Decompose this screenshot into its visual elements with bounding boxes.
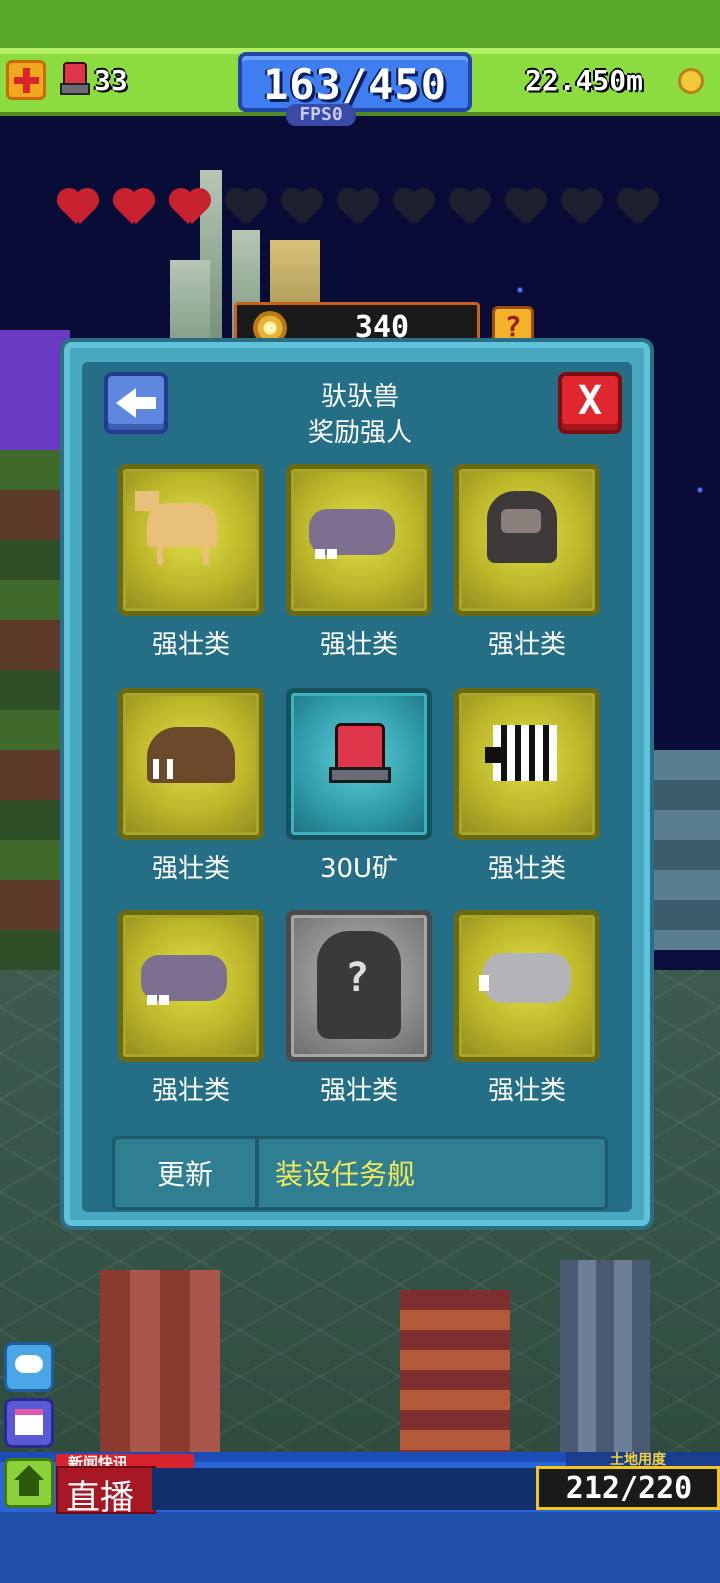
update-button[interactable]: 更新 — [115, 1153, 255, 1193]
reward-card[interactable] — [286, 688, 432, 840]
beacon-icon — [60, 62, 90, 95]
reward-card[interactable] — [454, 688, 600, 840]
live-label: 直播 — [66, 1478, 134, 1518]
gorilla-icon — [459, 469, 595, 611]
reward-card[interactable] — [118, 910, 264, 1062]
home-button[interactable] — [4, 1458, 54, 1508]
dialog-title: 驮驮兽 — [320, 382, 399, 412]
heart-icon — [112, 190, 156, 228]
fps-badge: FPS0 — [286, 104, 356, 126]
reward-label: 强壮类 — [487, 854, 566, 884]
heart-icon — [56, 190, 100, 228]
calendar-button[interactable] — [4, 1398, 54, 1448]
building-block — [100, 1270, 220, 1470]
money-amount: 22.450m — [525, 64, 644, 97]
back-arrow-icon — [116, 388, 136, 418]
row-divider — [255, 1139, 259, 1207]
building-block — [560, 1260, 650, 1470]
mystery-icon: ? — [291, 915, 427, 1057]
elephant-icon — [459, 915, 595, 1057]
heart-meter — [56, 190, 666, 232]
heart-icon — [336, 190, 380, 228]
heart-icon — [224, 190, 268, 228]
reward-label: 强壮类 — [319, 1076, 398, 1106]
add-button[interactable] — [6, 60, 46, 100]
building-block — [652, 750, 720, 950]
live-box[interactable]: 直播 — [56, 1466, 156, 1518]
news-ticker[interactable] — [152, 1468, 536, 1510]
calendar-icon — [15, 1409, 43, 1435]
land-usage-value: 212/220 — [565, 1471, 693, 1506]
hippo-icon — [291, 469, 427, 611]
reward-label: 强壮类 — [487, 1076, 566, 1106]
grass-block — [0, 450, 60, 1050]
heart-icon — [560, 190, 604, 228]
building-block — [400, 1290, 510, 1470]
reward-label: 强壮类 — [151, 854, 230, 884]
beacon-icon — [291, 693, 427, 835]
reward-card[interactable] — [454, 464, 600, 616]
reward-label: 强壮类 — [319, 630, 398, 660]
heart-icon — [448, 190, 492, 228]
reward-label: 30U矿 — [319, 854, 399, 884]
heart-icon — [504, 190, 548, 228]
dialog-subtitle: 奖励强人 — [307, 418, 412, 448]
camel-icon — [123, 469, 259, 611]
back-arrow-shaft — [134, 397, 156, 409]
cloud-icon — [15, 1355, 43, 1373]
reward-card[interactable] — [286, 464, 432, 616]
heart-icon — [168, 190, 212, 228]
walrus-icon — [123, 693, 259, 835]
hippo-icon — [123, 915, 259, 1057]
heart-icon — [392, 190, 436, 228]
land-usage-counter[interactable]: 212/220 — [536, 1466, 720, 1510]
population-counter[interactable]: 163/450 — [238, 52, 472, 112]
weather-button[interactable] — [4, 1342, 54, 1392]
beacon-count: 33 — [94, 64, 128, 97]
reward-card[interactable]: ? — [286, 910, 432, 1062]
population-text: 163/450 — [262, 60, 447, 109]
update-row: 更新 装设任务舰 — [112, 1136, 608, 1210]
reward-label: 强壮类 — [151, 630, 230, 660]
reward-card[interactable] — [118, 464, 264, 616]
reward-label: 强壮类 — [487, 630, 566, 660]
reward-card[interactable] — [454, 910, 600, 1062]
heart-icon — [616, 190, 660, 228]
close-button[interactable]: X — [558, 372, 622, 434]
back-button[interactable] — [104, 372, 168, 434]
heart-icon — [280, 190, 324, 228]
reward-label: 强壮类 — [151, 1076, 230, 1106]
mission-text[interactable]: 装设任务舰 — [275, 1153, 595, 1193]
zebra-icon — [459, 693, 595, 835]
coin-icon — [678, 68, 704, 94]
reward-card[interactable] — [118, 688, 264, 840]
close-icon: X — [577, 378, 603, 424]
